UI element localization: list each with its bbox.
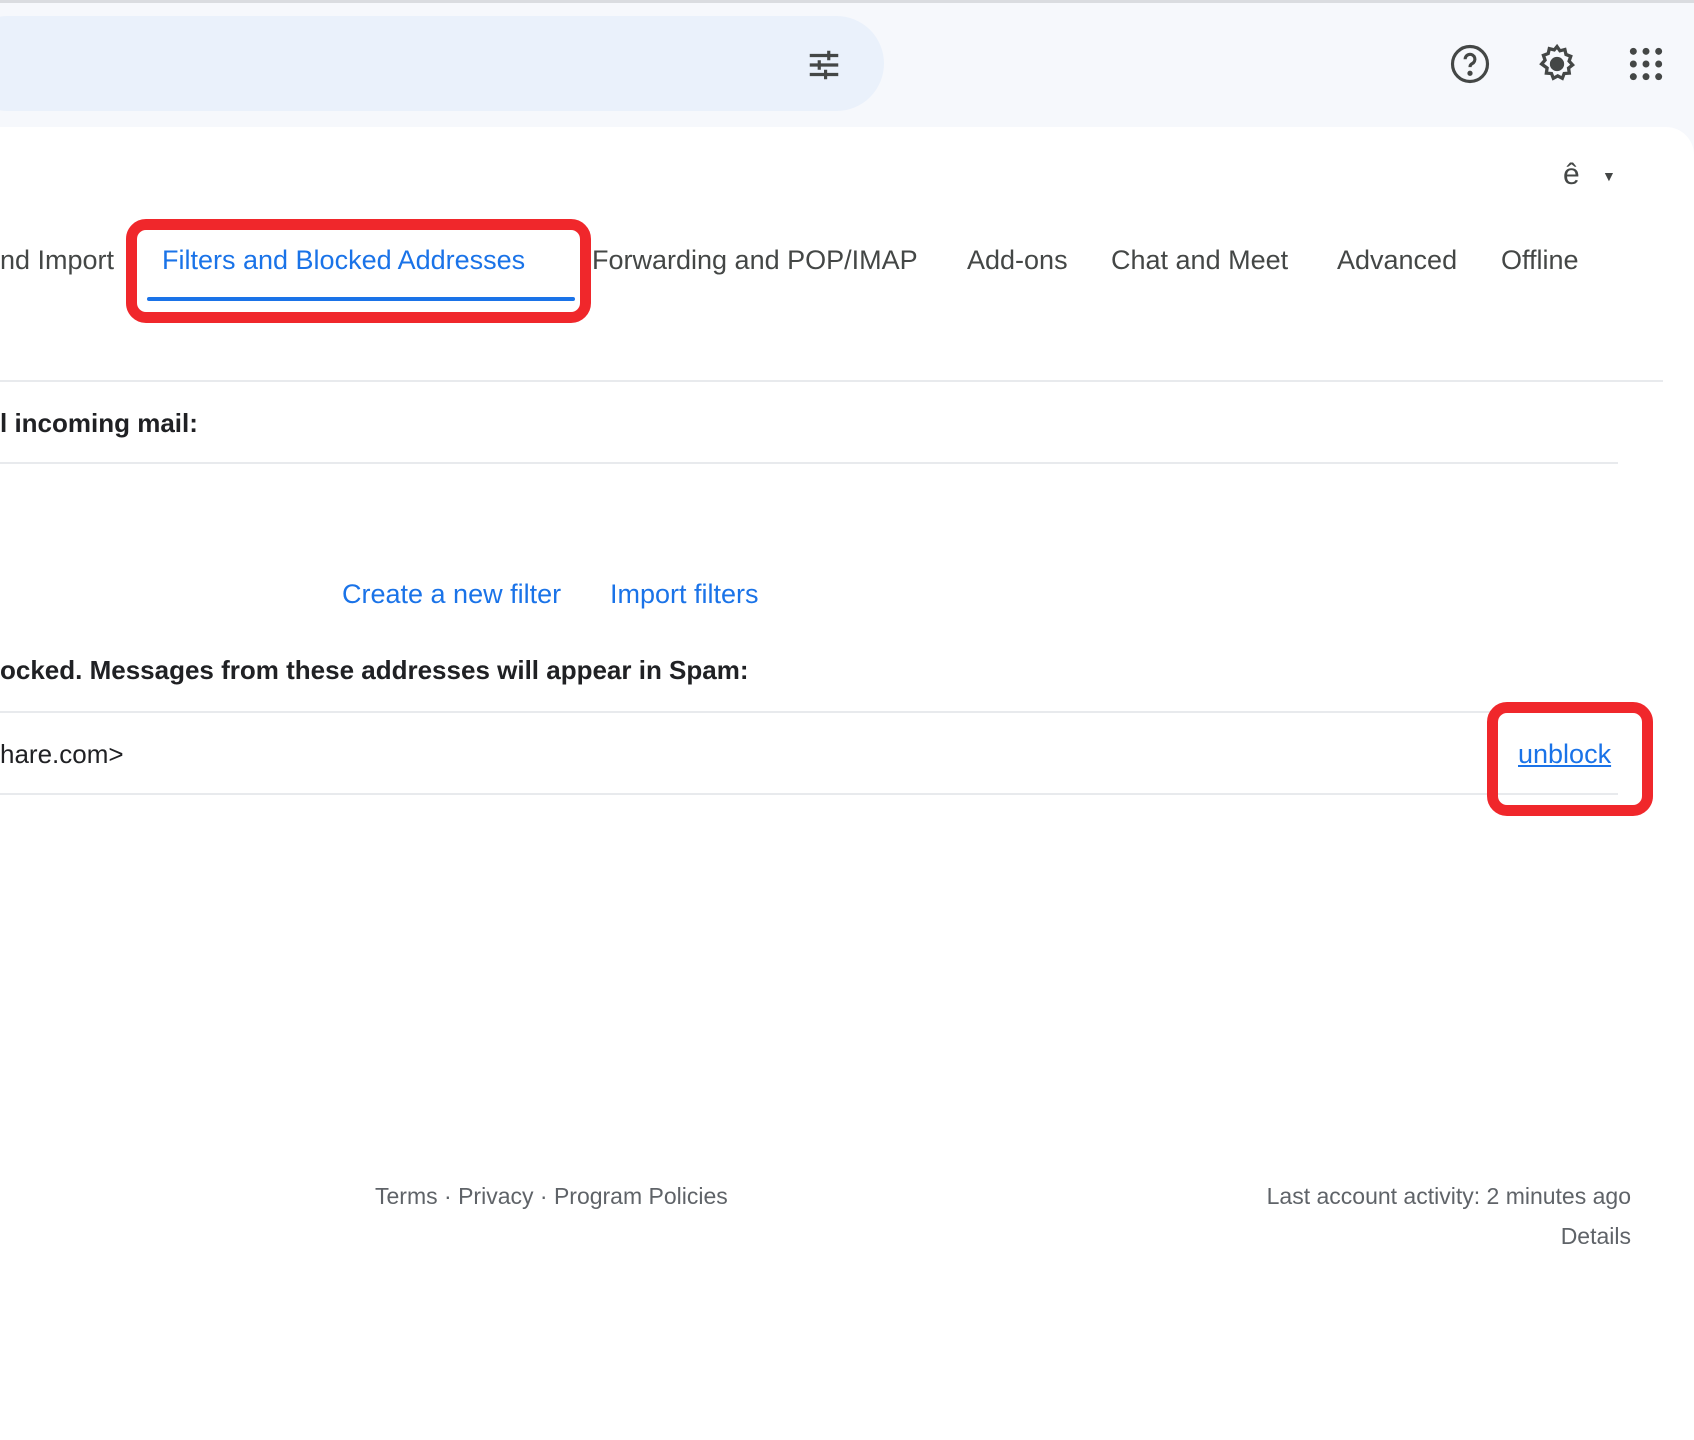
- apps-grid-icon[interactable]: [1624, 42, 1668, 86]
- terms-link[interactable]: Terms: [375, 1183, 438, 1209]
- search-bar[interactable]: [0, 16, 884, 111]
- tab-offline[interactable]: Offline: [1501, 245, 1579, 276]
- settings-panel: [0, 127, 1694, 1440]
- details-link[interactable]: Details: [1561, 1223, 1631, 1250]
- help-icon[interactable]: [1448, 42, 1492, 86]
- last-activity: Last account activity: 2 minutes ago: [1266, 1183, 1631, 1209]
- tab-forwarding-pop-imap[interactable]: Forwarding and POP/IMAP: [592, 245, 918, 276]
- divider: [0, 711, 1618, 713]
- footer-links: Terms · Privacy · Program Policies: [375, 1183, 728, 1210]
- tab-accounts-and-import[interactable]: nd Import: [0, 245, 114, 276]
- tab-chat-and-meet[interactable]: Chat and Meet: [1111, 245, 1288, 276]
- chevron-down-icon: ▼: [1602, 168, 1616, 185]
- input-tools-button[interactable]: ê ▼: [1563, 158, 1616, 192]
- filter-options-icon[interactable]: [804, 45, 844, 85]
- create-filter-link[interactable]: Create a new filter: [342, 579, 561, 610]
- import-filters-link[interactable]: Import filters: [610, 579, 759, 610]
- window-top-border: [0, 0, 1694, 3]
- separator: ·: [444, 1183, 452, 1209]
- divider: [0, 462, 1618, 464]
- divider: [0, 380, 1663, 382]
- blocked-address: hare.com>: [0, 739, 124, 769]
- program-policies-link[interactable]: Program Policies: [554, 1183, 728, 1209]
- divider: [0, 793, 1618, 795]
- separator: ·: [539, 1183, 548, 1209]
- highlight-box-tab: [126, 219, 591, 323]
- privacy-link[interactable]: Privacy: [458, 1183, 533, 1209]
- blocked-heading: ocked. Messages from these addresses wil…: [0, 655, 749, 685]
- settings-gear-icon[interactable]: [1535, 42, 1579, 86]
- tab-add-ons[interactable]: Add-ons: [967, 245, 1068, 276]
- input-tool-label: ê: [1563, 158, 1580, 191]
- highlight-box-unblock: [1487, 702, 1653, 816]
- tab-advanced[interactable]: Advanced: [1337, 245, 1457, 276]
- filters-heading: l incoming mail:: [0, 408, 198, 438]
